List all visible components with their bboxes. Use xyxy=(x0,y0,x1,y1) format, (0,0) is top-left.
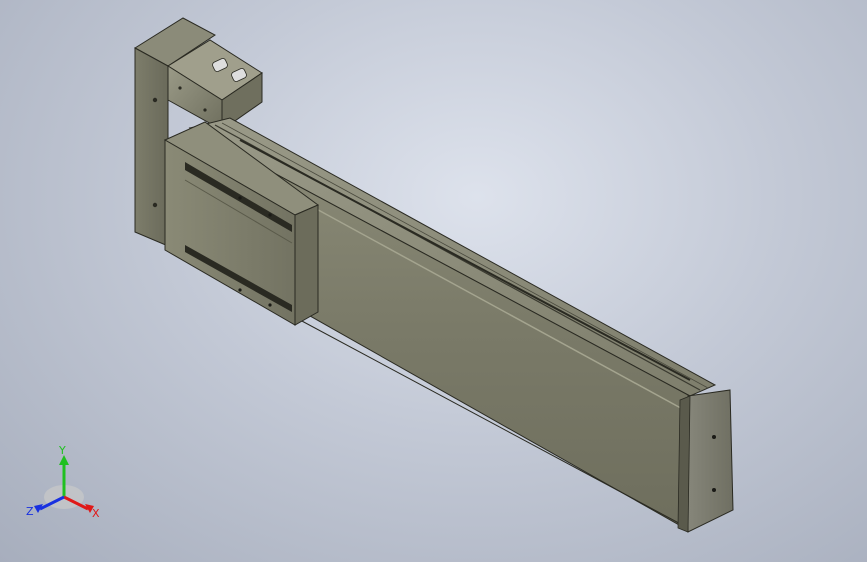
z-axis-label: Z xyxy=(26,505,34,518)
y-axis-label: Y xyxy=(58,445,66,457)
linear-actuator-model[interactable] xyxy=(0,0,867,562)
x-axis-label: X xyxy=(92,507,100,520)
carriage-block[interactable] xyxy=(163,121,319,326)
view-orientation-triad[interactable]: Y X Z xyxy=(20,444,110,525)
graphics-viewport[interactable]: Y X Z xyxy=(0,0,867,562)
